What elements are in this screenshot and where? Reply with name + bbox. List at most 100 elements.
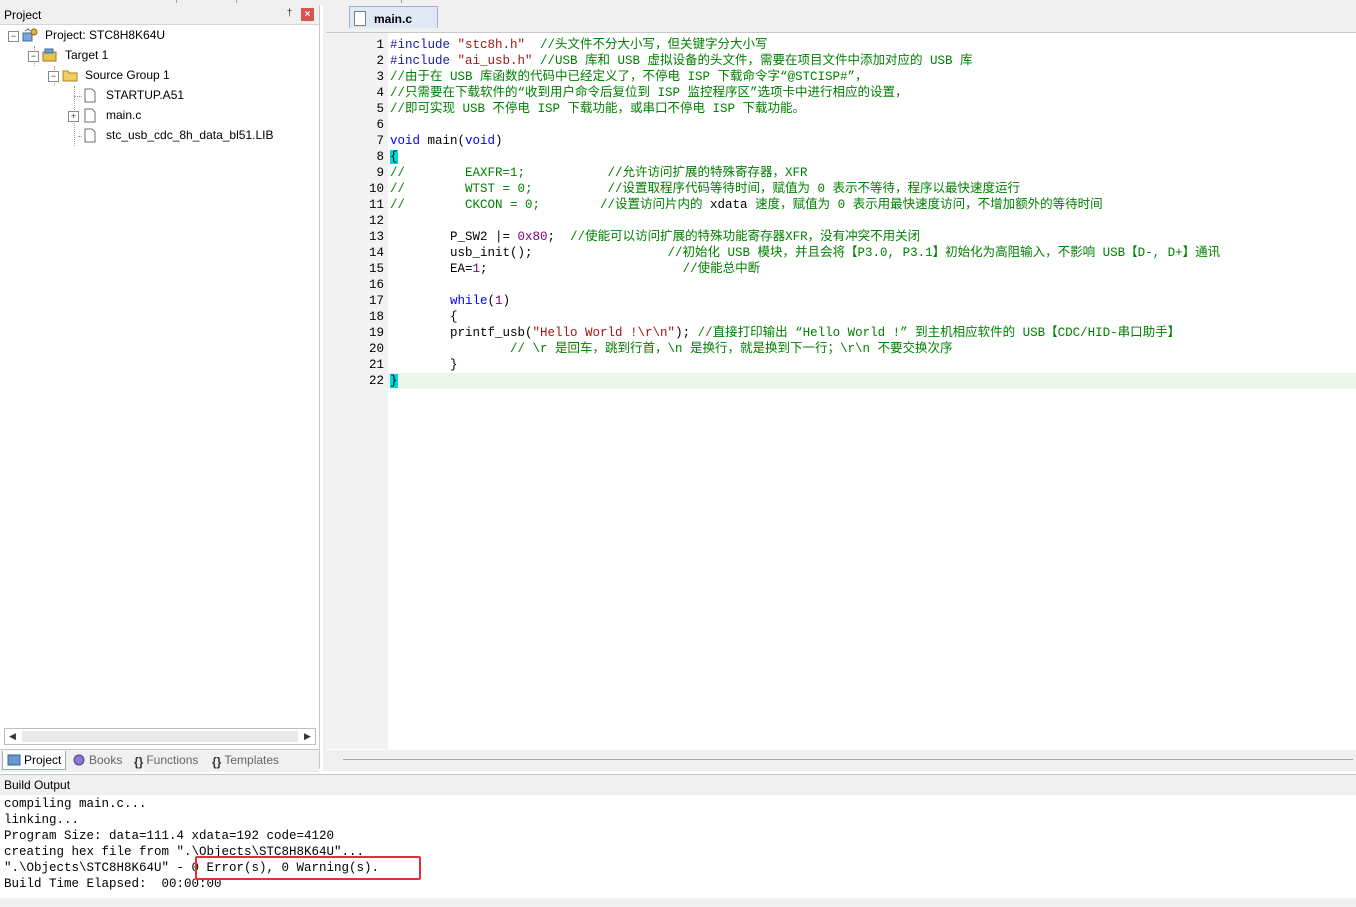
tab-label: Functions	[146, 753, 199, 767]
collapse-icon[interactable]: −	[8, 31, 19, 42]
code-comment: // EAXFR=1; //允许访问扩展的特殊寄存器，XFR	[390, 166, 808, 180]
expand-icon[interactable]: +	[68, 111, 79, 122]
code-string: "ai_usb.h"	[457, 54, 533, 68]
build-output-footer	[0, 898, 1356, 907]
line-number: 18	[368, 310, 384, 324]
code-token: main(	[420, 134, 466, 148]
code-line: //即可实现 USB 不停电 ISP 下载功能，或串口不停电 ISP 下载功能。	[390, 101, 805, 117]
code-token: printf_usb(	[390, 326, 533, 340]
line-number: 16	[368, 278, 384, 292]
line-number: 14	[368, 246, 384, 260]
result-highlight-box	[195, 856, 421, 880]
functions-icon: {}	[134, 755, 144, 769]
line-number: 21	[368, 358, 384, 372]
project-hscrollbar[interactable]: ◀ ▶	[4, 728, 316, 745]
line-number: 17	[368, 294, 384, 308]
group-name: Source Group 1	[85, 68, 170, 82]
line-number: 3	[376, 70, 384, 84]
code-token: ;	[547, 230, 571, 244]
line-number: 22	[368, 374, 384, 388]
code-string: "stc8h.h"	[457, 38, 526, 52]
pin-icon[interactable]: †	[284, 8, 295, 20]
code-comment: //由于在 USB 库函数的代码中已经定义了，不停电 ISP 下载命令字“@ST…	[390, 70, 868, 84]
line-number: 7	[376, 134, 384, 148]
tree-file-main-c[interactable]: + main.c	[68, 106, 308, 125]
scroll-track[interactable]	[22, 731, 298, 742]
target-icon	[42, 48, 57, 62]
code-line: while(1)	[390, 293, 510, 309]
tree-item-target[interactable]: − Target 1	[28, 46, 308, 65]
editor-area: main.c 1 2 3 4 5 6 7 8 9 10 11 12 13 14 15 16 17 18 19 20 21…	[323, 5, 1356, 771]
build-output-line: Program Size: data=111.4 xdata=192 code=…	[4, 829, 335, 843]
code-token: xdata	[710, 198, 748, 212]
code-comment: //直接打印输出 “Hello World !” 到主机相应软件的 USB【CD…	[697, 326, 1181, 340]
code-token: 1	[495, 294, 503, 308]
tab-project[interactable]: Project	[2, 751, 66, 770]
project-panel-title: Project	[4, 8, 42, 22]
code-comment: // CKCON = 0; //设置访问片内的	[390, 198, 711, 212]
collapse-icon[interactable]: −	[28, 51, 39, 62]
scroll-right-icon[interactable]: ▶	[300, 729, 315, 744]
code-token: ;	[480, 262, 683, 276]
code-line: // EAXFR=1; //允许访问扩展的特殊寄存器，XFR	[390, 165, 808, 181]
code-line: printf_usb("Hello World !\r\n"); //直接打印输…	[390, 325, 1180, 341]
code-keyword: void	[390, 134, 421, 148]
scroll-left-icon[interactable]: ◀	[5, 729, 20, 744]
build-output-line: compiling main.c...	[4, 797, 147, 811]
file-name: stc_usb_cdc_8h_data_bl51.LIB	[106, 128, 274, 142]
tab-templates[interactable]: {} Templates	[208, 751, 294, 770]
tab-functions[interactable]: {} Functions	[130, 751, 206, 770]
tree-file-lib[interactable]: stc_usb_cdc_8h_data_bl51.LIB	[82, 126, 312, 145]
tree-item-project[interactable]: − Project: STC8H8K64U	[8, 26, 308, 45]
editor-tab-main-c[interactable]: main.c	[349, 6, 438, 28]
code-keyword: void	[465, 134, 496, 148]
code-token: 0x80	[517, 230, 548, 244]
code-token: )	[502, 294, 511, 308]
code-token: }	[390, 374, 398, 388]
code-comment: 速度，赋值为 0 表示用最快速度访问，不增加额外的等待时间	[747, 198, 1103, 212]
code-token: #include	[390, 38, 458, 52]
code-line: EA=1; //使能总中断	[390, 261, 760, 277]
close-icon[interactable]: ×	[301, 8, 314, 21]
tree-item-source-group[interactable]: − Source Group 1	[48, 66, 308, 85]
tab-label: Templates	[224, 753, 280, 767]
build-output-line: linking...	[4, 813, 80, 827]
build-output-header: Build Output	[0, 774, 1356, 796]
code-comment: //使能总中断	[682, 262, 761, 276]
tab-label: Project	[24, 753, 62, 767]
code-line: #include "stc8h.h" //头文件不分大小写，但关键字分大小写	[390, 37, 768, 53]
code-keyword: while	[450, 294, 488, 308]
project-tab-icon	[7, 754, 21, 766]
tab-books[interactable]: Books	[68, 751, 128, 770]
editor-hscrollbar[interactable]	[326, 750, 1356, 769]
project-panel-header: Project † ×	[0, 5, 319, 25]
code-token: (	[487, 294, 496, 308]
line-number: 20	[368, 342, 384, 356]
line-number: 10	[368, 182, 384, 196]
project-name: Project: STC8H8K64U	[45, 28, 166, 42]
collapse-icon[interactable]: −	[48, 71, 59, 82]
line-number: 12	[368, 214, 384, 228]
line-number: 6	[376, 118, 384, 132]
code-comment: //只需要在下载软件的“收到用户命令后复位到 ISP 监控程序区”选项卡中进行相…	[390, 86, 908, 100]
code-line: usb_init(); //初始化 USB 模块，并且会将【P3.0, P3.1…	[390, 245, 1220, 261]
tree-file-startup[interactable]: STARTUP.A51	[82, 86, 312, 105]
build-output-line: Build Time Elapsed: 00:00:00	[4, 877, 222, 891]
file-icon	[84, 88, 96, 103]
code-comment: //使能可以访问扩展的特殊功能寄存器XFR，没有冲突不用关闭	[570, 230, 921, 244]
line-number: 4	[376, 86, 384, 100]
line-number: 13	[368, 230, 384, 244]
code-editor[interactable]: 1 2 3 4 5 6 7 8 9 10 11 12 13 14 15 16 17 18 19 20 21 22 #inc…	[326, 32, 1356, 751]
code-text[interactable]: #include "stc8h.h" //头文件不分大小写，但关键字分大小写 #i…	[390, 33, 1356, 749]
code-token: usb_init();	[390, 246, 668, 260]
code-line: {	[390, 309, 458, 325]
line-number: 5	[376, 102, 384, 116]
code-token: #include	[390, 54, 458, 68]
line-number: 2	[376, 54, 384, 68]
file-icon	[84, 108, 96, 123]
build-output-body[interactable]: compiling main.c... linking... Program Siz…	[0, 795, 1356, 907]
project-icon	[22, 28, 38, 42]
code-line: // WTST = 0; //设置取程序代码等待时间，赋值为 0 表示不等待，程…	[390, 181, 1020, 197]
code-comment: //初始化 USB 模块，并且会将【P3.0, P3.1】初始化为高阻输入，不影…	[667, 246, 1221, 260]
